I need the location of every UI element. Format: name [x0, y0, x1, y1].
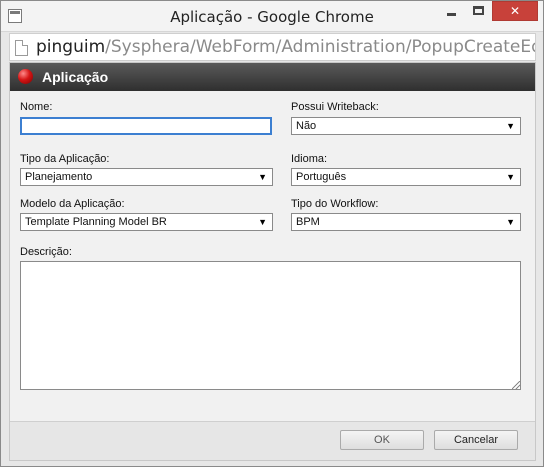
- chevron-down-icon: ▼: [506, 121, 515, 131]
- idioma-value: Português: [296, 171, 347, 183]
- resize-grip-icon[interactable]: [512, 381, 520, 389]
- browser-popup-window: Aplicação - Google Chrome ✕ pinguim/Sysp…: [0, 0, 544, 467]
- dialog-footer: OK Cancelar: [10, 421, 535, 460]
- idioma-select[interactable]: Português ▼: [291, 168, 521, 186]
- descricao-textarea[interactable]: [20, 261, 521, 390]
- panel-header: Aplicação: [10, 63, 535, 91]
- workflow-label: Tipo do Workflow:: [291, 198, 379, 210]
- modelo-label: Modelo da Aplicação:: [20, 198, 125, 210]
- nome-input[interactable]: [20, 117, 272, 135]
- ok-button[interactable]: OK: [340, 430, 424, 450]
- cancel-button[interactable]: Cancelar: [434, 430, 518, 450]
- tipo-aplicacao-label: Tipo da Aplicação:: [20, 153, 110, 165]
- title-bar[interactable]: Aplicação - Google Chrome ✕: [1, 1, 543, 32]
- nome-label: Nome:: [20, 101, 53, 113]
- minimize-icon: [447, 13, 456, 16]
- chevron-down-icon: ▼: [506, 217, 515, 227]
- close-button[interactable]: ✕: [492, 1, 538, 21]
- writeback-select[interactable]: Não ▼: [291, 117, 521, 135]
- writeback-value: Não: [296, 120, 317, 132]
- idioma-label: Idioma:: [291, 153, 328, 165]
- url-host: pinguim: [36, 37, 106, 57]
- panel-title: Aplicação: [42, 69, 109, 85]
- chevron-down-icon: ▼: [506, 172, 515, 182]
- maximize-icon: [473, 6, 484, 15]
- page-icon: [15, 40, 28, 56]
- writeback-label: Possui Writeback:: [291, 101, 379, 113]
- modelo-value: Template Planning Model BR: [25, 216, 167, 228]
- tipo-aplicacao-select[interactable]: Planejamento ▼: [20, 168, 273, 186]
- page-content: Aplicação Nome: Possui Writeback: Não ▼ …: [9, 62, 536, 461]
- workflow-select[interactable]: BPM ▼: [291, 213, 521, 231]
- tipo-aplicacao-value: Planejamento: [25, 171, 93, 183]
- modelo-select[interactable]: Template Planning Model BR ▼: [20, 213, 273, 231]
- application-orb-icon: [18, 69, 33, 84]
- workflow-value: BPM: [296, 216, 320, 228]
- application-form: Nome: Possui Writeback: Não ▼ Tipo da Ap…: [10, 91, 535, 421]
- close-icon: ✕: [509, 4, 521, 18]
- descricao-label: Descrição:: [20, 246, 72, 258]
- address-bar[interactable]: pinguim/Sysphera/WebForm/Administration/…: [9, 33, 536, 61]
- maximize-button[interactable]: [465, 1, 492, 21]
- chevron-down-icon: ▼: [258, 217, 267, 227]
- url-text[interactable]: pinguim/Sysphera/WebForm/Administration/…: [36, 37, 535, 57]
- chevron-down-icon: ▼: [258, 172, 267, 182]
- minimize-button[interactable]: [438, 1, 465, 21]
- url-path: /Sysphera/WebForm/Administration/PopupCr…: [105, 37, 535, 57]
